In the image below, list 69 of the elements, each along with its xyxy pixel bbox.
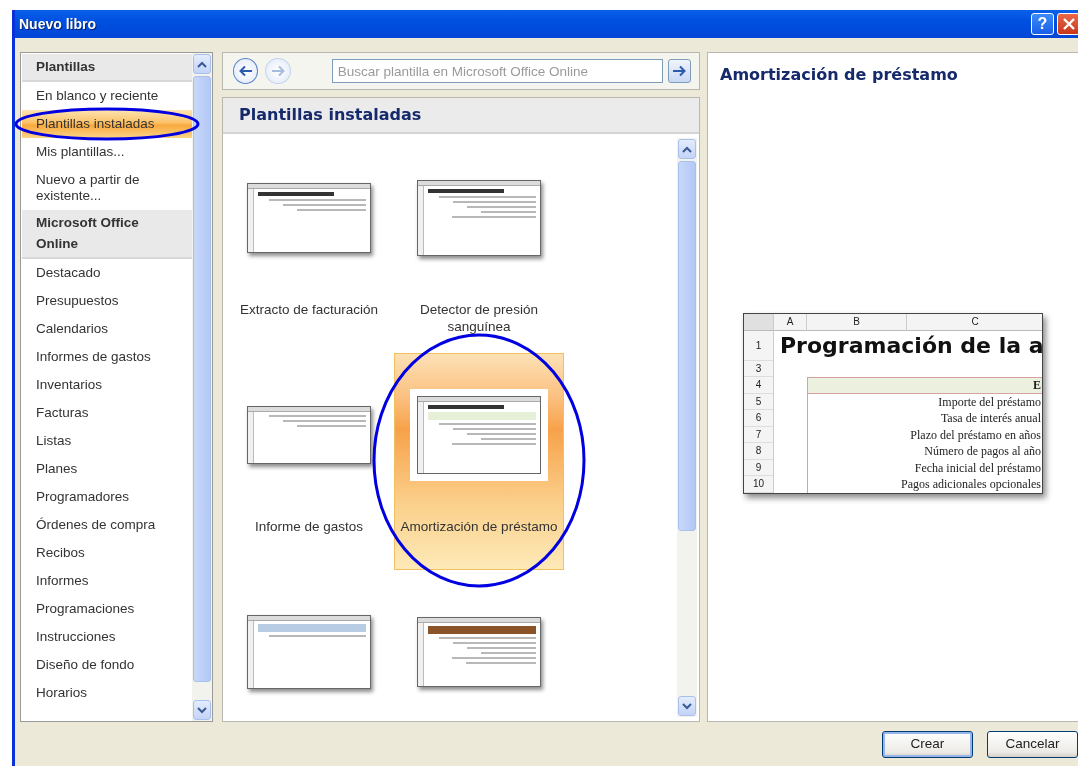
sidebar-item[interactable]: Facturas [22,398,192,427]
window-title: Nuevo libro [19,14,96,34]
row-label: Pagos adicionales opcionales [901,476,1042,493]
row-number: 1 [744,330,774,361]
left-arrow-icon [238,64,253,78]
sidebar-item[interactable]: Planes [22,454,192,483]
template-tile[interactable]: Extracto de facturación [224,136,394,353]
sidebar-item[interactable]: Nuevo a partir de existente... [22,166,192,211]
sidebar-item[interactable]: Destacado [22,258,192,287]
sheet-title: Programación de la a [779,332,1042,360]
dialog-button[interactable]: Crear [882,730,973,758]
help-button[interactable]: ? [1031,13,1054,35]
row-number: 6 [744,410,774,427]
template-name: Extracto de facturación [239,301,379,318]
table-header-text: E [1033,377,1042,394]
close-icon [1062,18,1075,30]
sidebar-item[interactable]: Programadores [22,482,192,511]
chevron-down-icon [682,702,692,710]
search-field[interactable]: Buscar plantilla en Microsoft Office Online [331,59,663,83]
row-number: 10 [744,476,774,493]
column-header: B [807,314,907,331]
chevron-up-icon [197,60,207,68]
row-label: Plazo del préstamo en años [910,426,1042,443]
back-button[interactable] [233,58,259,84]
sidebar-item[interactable]: Instrucciones [22,622,192,651]
sidebar-item[interactable]: En blanco y reciente [22,82,192,111]
sidebar-item[interactable]: Informes [22,566,192,595]
scrollbar-thumb[interactable] [678,161,696,531]
search-go-button[interactable] [667,59,691,83]
sidebar-item[interactable]: Listas [22,426,192,455]
section-heading: Plantillas [22,54,192,83]
sidebar-item[interactable]: Diseño de fondo [22,650,192,679]
sidebar-item[interactable]: Inventarios [22,370,192,399]
scroll-up-button[interactable] [678,139,696,159]
template-name: Amortización de préstamo [400,518,558,535]
dialog-button[interactable]: Cancelar [987,730,1078,758]
template-name: Informe de gastos [254,518,364,535]
row-number: 8 [744,443,774,460]
sidebar-item[interactable]: Horarios [22,678,192,707]
column-header: C [907,314,1042,331]
template-tile[interactable]: Informe de gastos [224,353,394,570]
preview-title: Amortización de préstamo [720,64,959,86]
right-arrow-icon [672,64,687,78]
sidebar-item[interactable]: Presupuestos [22,286,192,315]
sidebar-item[interactable]: Órdenes de compra [22,510,192,539]
sidebar-item[interactable]: Programaciones [22,594,192,623]
sidebar-item[interactable]: Mis plantillas... [22,138,192,167]
scroll-down-button[interactable] [678,696,696,716]
close-button[interactable] [1057,13,1078,35]
scroll-down-button[interactable] [193,700,211,720]
section-heading: Microsoft Office Online [22,210,192,259]
sidebar-item[interactable]: Calendarios [22,314,192,343]
template-tile[interactable]: Detector de presión sanguínea [394,136,564,353]
scrollbar-thumb[interactable] [193,76,211,682]
row-label: Importe del préstamo [938,393,1042,410]
chevron-up-icon [682,145,692,153]
column-header: A [774,314,807,331]
sidebar-item[interactable]: Informes de gastos [22,342,192,371]
sidebar-item[interactable]: Recibos [22,538,192,567]
template-name: Detector de presión sanguínea [419,301,539,335]
row-label: Número de pagos al año [924,443,1042,460]
row-number: 4 [744,377,774,394]
chevron-down-icon [197,706,207,714]
row-label: Fecha inicial del préstamo [914,459,1042,476]
template-tile[interactable]: Amortización de préstamo [394,353,564,570]
right-arrow-icon [271,64,285,78]
row-label: Tasa de interés anual [940,410,1042,427]
gallery-title: Plantillas instaladas [239,104,422,126]
scroll-up-button[interactable] [193,54,211,74]
